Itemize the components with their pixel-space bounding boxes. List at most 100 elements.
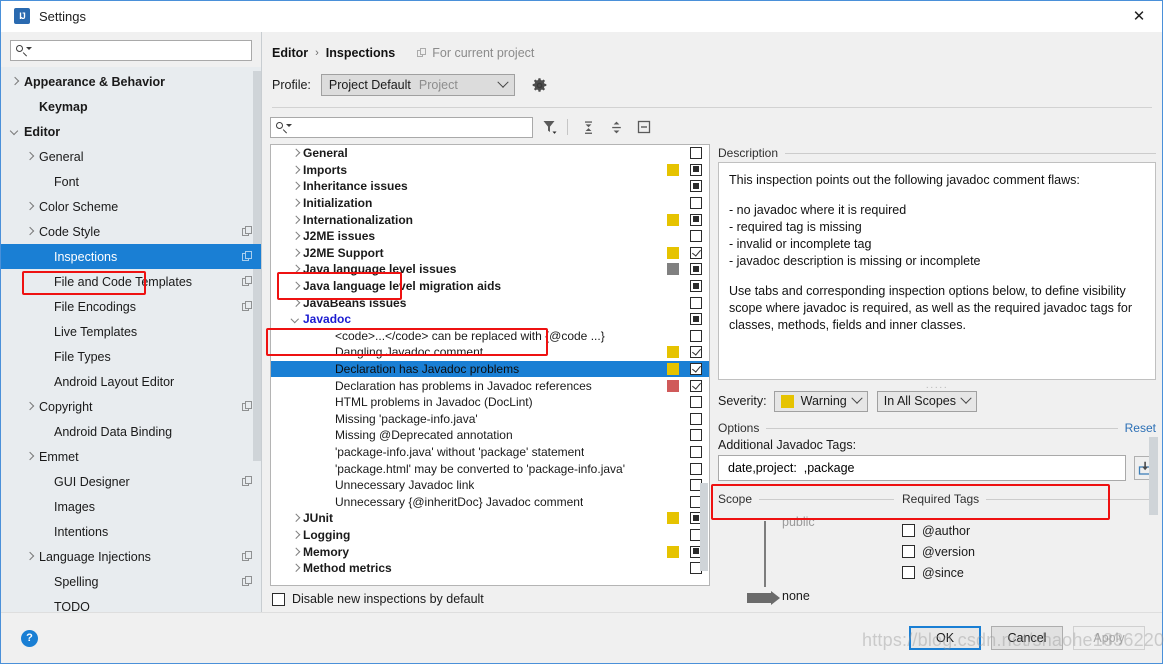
sidebar-item-android-data-binding[interactable]: Android Data Binding — [1, 419, 261, 444]
sidebar-item-language-injections[interactable]: Language Injections — [1, 544, 261, 569]
inspection-checkbox[interactable] — [690, 280, 702, 293]
inspection-row[interactable]: Logging — [271, 527, 709, 544]
inspection-checkbox[interactable] — [690, 412, 702, 425]
chevron-right-icon[interactable] — [289, 246, 303, 260]
search-input[interactable] — [29, 42, 251, 59]
chevron-right-icon[interactable] — [289, 213, 303, 227]
required-tag-item[interactable]: @author — [902, 520, 1156, 541]
chevron-right-icon[interactable] — [9, 75, 22, 88]
inspection-checkbox[interactable] — [690, 396, 702, 409]
inspection-checkbox[interactable] — [690, 329, 702, 342]
inspection-row[interactable]: Unnecessary {@inheritDoc} Javadoc commen… — [271, 493, 709, 510]
chevron-right-icon[interactable] — [24, 450, 37, 463]
inspection-row[interactable]: Declaration has Javadoc problems — [271, 360, 709, 378]
inspection-row[interactable]: 'package.html' may be converted to 'pack… — [271, 460, 709, 477]
sidebar-item-appearance-behavior[interactable]: Appearance & Behavior — [1, 69, 261, 94]
inspection-row[interactable]: Memory — [271, 543, 709, 560]
sidebar-item-todo[interactable]: TODO — [1, 594, 261, 613]
inspection-checkbox[interactable] — [690, 363, 702, 376]
chevron-right-icon[interactable] — [289, 146, 303, 160]
options-scrollbar[interactable] — [1149, 437, 1158, 515]
chevron-right-icon[interactable] — [289, 561, 303, 575]
sidebar-item-color-scheme[interactable]: Color Scheme — [1, 194, 261, 219]
inspection-checkbox[interactable] — [690, 263, 702, 276]
inspection-row[interactable]: Declaration has problems in Javadoc refe… — [271, 377, 709, 394]
inspection-row[interactable]: Java language level migration aids — [271, 278, 709, 295]
group-by-icon[interactable] — [632, 116, 656, 138]
checkbox[interactable] — [902, 524, 915, 537]
inspection-checkbox[interactable] — [690, 313, 702, 326]
chevron-right-icon[interactable] — [289, 163, 303, 177]
cancel-button[interactable]: Cancel — [991, 626, 1063, 650]
sidebar-item-editor[interactable]: Editor — [1, 119, 261, 144]
inspection-checkbox[interactable] — [690, 180, 702, 193]
chevron-right-icon[interactable] — [289, 279, 303, 293]
chevron-right-icon[interactable] — [289, 528, 303, 542]
inspection-row[interactable]: HTML problems in Javadoc (DocLint) — [271, 394, 709, 411]
chevron-right-icon[interactable] — [289, 229, 303, 243]
sidebar-item-emmet[interactable]: Emmet — [1, 444, 261, 469]
sidebar-item-images[interactable]: Images — [1, 494, 261, 519]
chevron-right-icon[interactable] — [24, 200, 37, 213]
chevron-right-icon[interactable] — [24, 400, 37, 413]
checkbox[interactable] — [902, 566, 915, 579]
breadcrumb-root[interactable]: Editor — [272, 46, 308, 60]
splitter-grip[interactable]: ․․․․․ — [718, 380, 1156, 389]
inspection-search-box[interactable] — [270, 116, 533, 138]
inspection-checkbox[interactable] — [690, 346, 702, 359]
inspection-checkbox[interactable] — [690, 445, 702, 458]
expand-all-icon[interactable] — [576, 116, 600, 138]
inspection-row[interactable]: Initialization — [271, 195, 709, 212]
inspection-checkbox[interactable] — [690, 197, 702, 210]
inspection-row[interactable]: Internationalization — [271, 211, 709, 228]
inspection-checkbox[interactable] — [690, 429, 702, 442]
inspection-row[interactable]: J2ME issues — [271, 228, 709, 245]
sidebar-item-file-encodings[interactable]: File Encodings — [1, 294, 261, 319]
inspection-row[interactable]: General — [271, 145, 709, 162]
additional-tags-field[interactable] — [718, 455, 1126, 481]
sidebar-item-font[interactable]: Font — [1, 169, 261, 194]
inspection-row[interactable]: Inheritance issues — [271, 178, 709, 195]
sidebar-item-file-and-code-templates[interactable]: File and Code Templates — [1, 269, 261, 294]
sidebar-item-spelling[interactable]: Spelling — [1, 569, 261, 594]
chevron-right-icon[interactable] — [24, 150, 37, 163]
sidebar-item-live-templates[interactable]: Live Templates — [1, 319, 261, 344]
inspection-checkbox[interactable] — [690, 213, 702, 226]
inspection-row[interactable]: Missing @Deprecated annotation — [271, 427, 709, 444]
inspection-row[interactable]: JavaBeans issues — [271, 294, 709, 311]
inspection-row[interactable]: Missing 'package-info.java' — [271, 411, 709, 428]
collapse-all-icon[interactable] — [604, 116, 628, 138]
chevron-down-icon[interactable] — [289, 312, 303, 326]
filter-funnel-icon[interactable] — [537, 116, 561, 138]
ok-button[interactable]: OK — [909, 626, 981, 650]
chevron-right-icon[interactable] — [24, 550, 37, 563]
severity-select[interactable]: Warning — [773, 390, 868, 412]
chevron-right-icon[interactable] — [289, 511, 303, 525]
inspection-row[interactable]: <code>...</code> can be replaced with {@… — [271, 328, 709, 345]
sidebar-item-file-types[interactable]: File Types — [1, 344, 261, 369]
apply-button[interactable]: Apply — [1073, 626, 1145, 650]
additional-tags-input[interactable] — [726, 460, 1125, 476]
reset-link[interactable]: Reset — [1125, 421, 1156, 435]
required-tag-item[interactable]: @version — [902, 541, 1156, 562]
inspection-checkbox[interactable] — [690, 379, 702, 392]
inspection-search-input[interactable] — [289, 119, 532, 135]
inspection-checkbox[interactable] — [690, 462, 702, 475]
sidebar-item-copyright[interactable]: Copyright — [1, 394, 261, 419]
sidebar-item-android-layout-editor[interactable]: Android Layout Editor — [1, 369, 261, 394]
inspections-scrollbar[interactable] — [700, 483, 708, 571]
sidebar-item-intentions[interactable]: Intentions — [1, 519, 261, 544]
inspection-checkbox[interactable] — [690, 230, 702, 243]
inspection-row[interactable]: JUnit — [271, 510, 709, 527]
sidebar-item-keymap[interactable]: Keymap — [1, 94, 261, 119]
inspection-row[interactable]: Javadoc — [271, 311, 709, 328]
close-icon[interactable]: ✕ — [1116, 2, 1162, 31]
help-icon[interactable]: ? — [21, 629, 38, 647]
disable-new-inspections-row[interactable]: Disable new inspections by default — [262, 586, 1162, 612]
inspection-checkbox[interactable] — [690, 246, 702, 259]
inspection-checkbox[interactable] — [690, 147, 702, 160]
sidebar-item-general[interactable]: General — [1, 144, 261, 169]
severity-scope-select[interactable]: In All Scopes — [876, 390, 977, 412]
sidebar-item-inspections[interactable]: Inspections — [1, 244, 261, 269]
chevron-right-icon[interactable] — [289, 262, 303, 276]
